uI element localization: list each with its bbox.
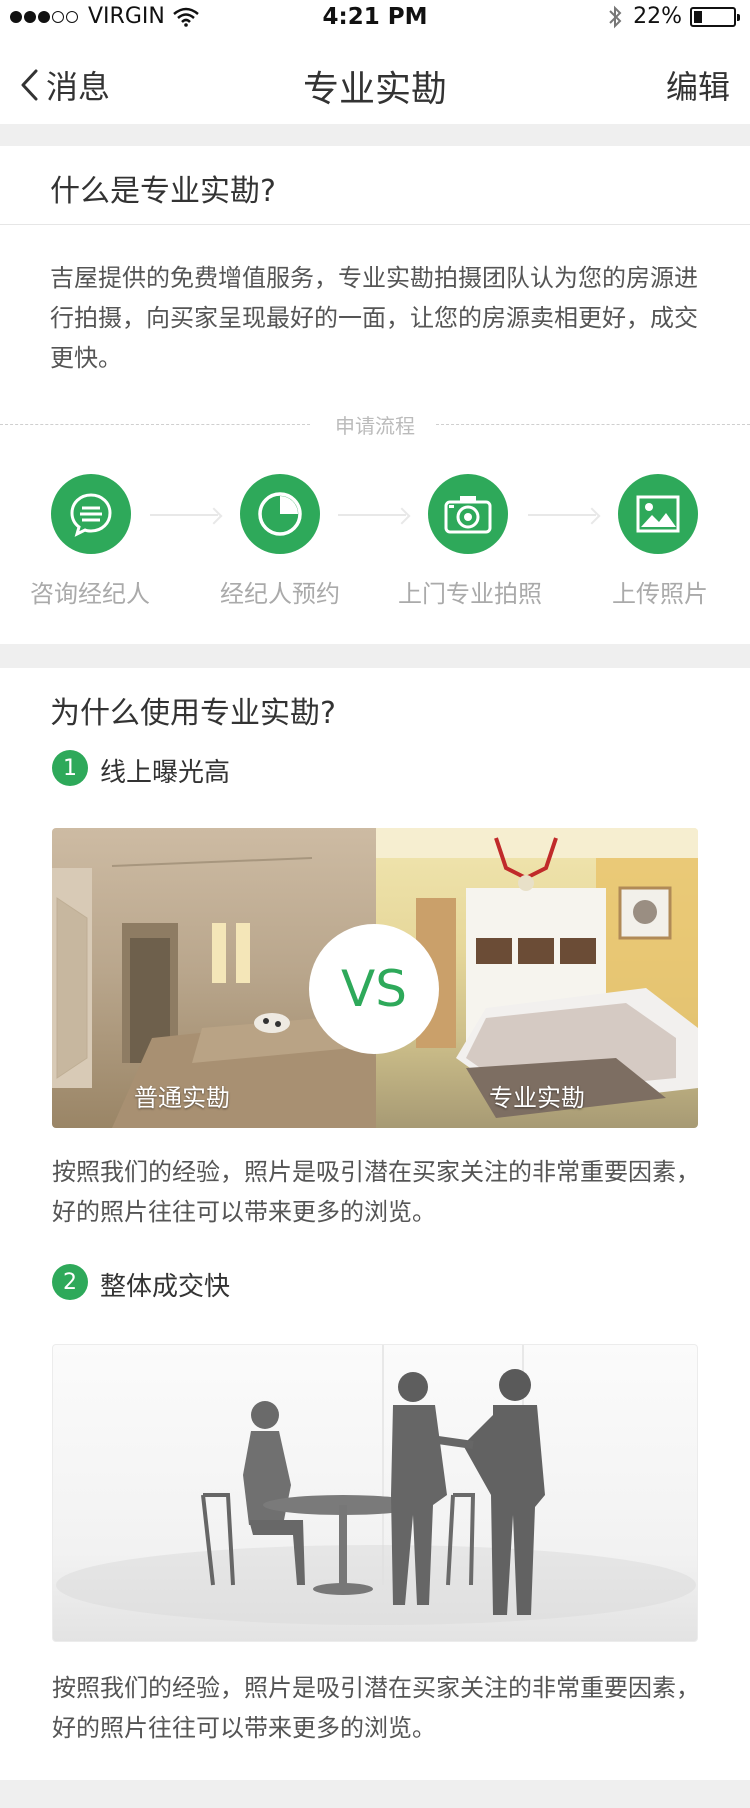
step-label: 咨询经纪人 [30,580,150,608]
arrow-right-icon [150,514,218,516]
what-title: 什么是专业实勘? [50,174,276,209]
flow-divider-right [436,424,750,425]
reason-title: 整体成交快 [100,1272,231,1302]
step-label: 上门专业拍照 [398,580,542,608]
vs-badge: VS [309,924,439,1054]
what-description: 吉屋提供的免费增值服务，专业实勘拍摄团队认为您的房源进行拍摄，向买家呈现最好的一… [50,264,698,372]
step-label: 上传照片 [612,580,708,608]
status-bar: VIRGIN 4:21 PM 22% [0,0,750,36]
edit-button[interactable]: 编辑 [666,62,730,108]
handshake-photo [52,1344,698,1642]
why-section: 为什么使用专业实勘? 1 线上曝光高 VS 普通实勘 专业实勘 按照我们的经验，… [0,668,750,1780]
why-title: 为什么使用专业实勘? [50,696,336,731]
status-right: 22% [607,4,740,29]
compare-photo: VS 普通实勘 专业实勘 [52,828,698,1128]
nav-bar: 消息 专业实勘 编辑 [0,36,750,124]
divider [0,224,750,225]
image-icon [618,474,698,554]
reason-title: 线上曝光高 [100,758,231,788]
step-number-badge: 2 [52,1264,88,1300]
step-number-badge: 1 [52,750,88,786]
chat-icon [51,474,131,554]
clock-icon [240,474,320,554]
ordinary-caption: 普通实勘 [134,1084,230,1112]
arrow-right-icon [338,514,406,516]
battery-icon [690,6,740,27]
professional-caption: 专业实勘 [489,1084,585,1112]
reason-text: 按照我们的经验，照片是吸引潜在买家关注的非常重要因素，好的照片往往可以带来更多的… [52,1158,700,1226]
reason-text: 按照我们的经验，照片是吸引潜在买家关注的非常重要因素，好的照片往往可以带来更多的… [52,1674,700,1742]
step-label: 经纪人预约 [220,580,340,608]
bluetooth-icon [609,5,622,28]
arrow-right-icon [528,514,596,516]
battery-percent: 22% [633,4,682,29]
camera-icon [428,474,508,554]
what-section: 什么是专业实勘? 吉屋提供的免费增值服务，专业实勘拍摄团队认为您的房源进行拍摄，… [0,146,750,644]
page-title: 专业实勘 [302,69,447,110]
